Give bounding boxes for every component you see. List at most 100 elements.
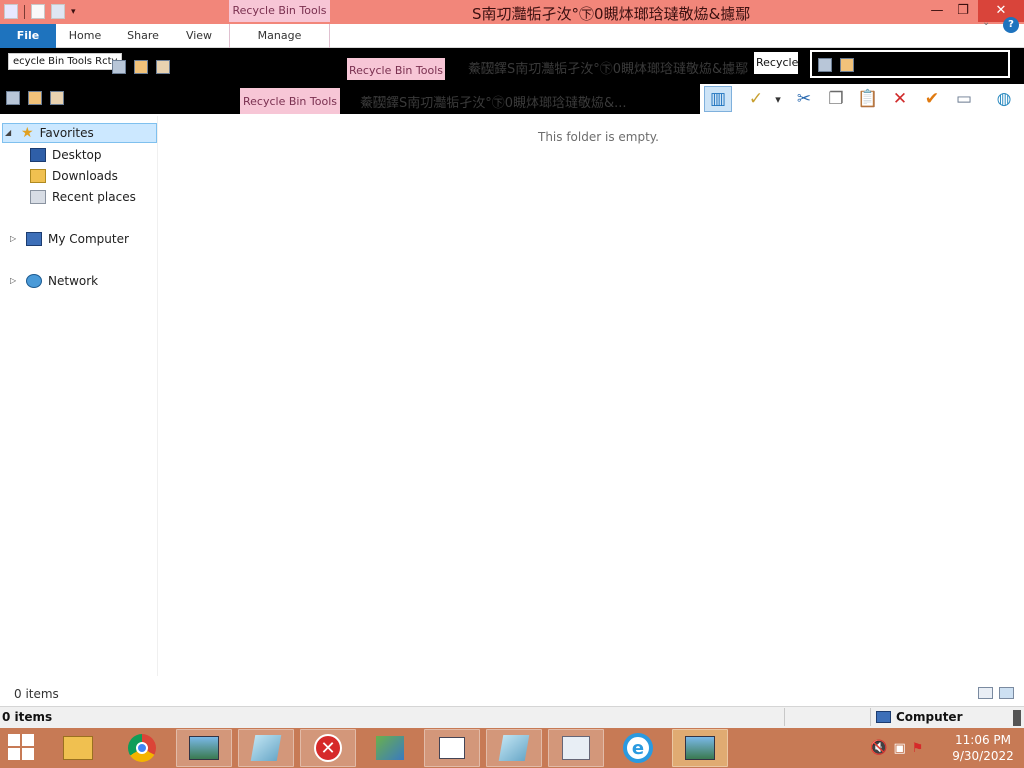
restore-icon (156, 60, 170, 74)
expand-icon[interactable]: ▷ (10, 229, 20, 249)
taskbar-packages[interactable] (362, 729, 418, 767)
taskbar-performance[interactable] (548, 729, 604, 767)
internet-explorer-icon: e (623, 733, 653, 763)
taskbar-document[interactable] (424, 729, 480, 767)
document-icon (439, 737, 465, 759)
start-button[interactable] (8, 734, 38, 762)
recycle-icon (112, 60, 126, 74)
start-tile (22, 734, 34, 746)
nav-desktop-label: Desktop (52, 148, 102, 162)
artifact-icons-2 (818, 58, 854, 72)
chrome-center-icon (136, 742, 148, 754)
folder-icon (134, 60, 148, 74)
packages-icon (376, 736, 404, 760)
customize-quick-access-icon[interactable]: ▾ (71, 7, 76, 17)
status-location: Computer (876, 710, 962, 724)
notes-icon (250, 735, 282, 761)
nav-my-computer[interactable]: ▷ My Computer (10, 229, 129, 249)
start-tile (22, 748, 34, 760)
resize-grip[interactable] (1013, 710, 1021, 726)
globe-icon[interactable]: ◍ (990, 86, 1018, 112)
large-icons-view-icon[interactable] (999, 687, 1014, 699)
status-divider (870, 708, 871, 726)
taskbar-image-viewer-2[interactable] (672, 729, 728, 767)
nav-network-label: Network (48, 274, 99, 288)
help-icon[interactable]: ? (1003, 17, 1019, 33)
volume-muted-icon[interactable]: 🔇 (870, 740, 887, 756)
computer-icon (26, 232, 42, 246)
notes-icon (498, 735, 530, 761)
image-icon (189, 736, 219, 760)
tab-manage[interactable]: Manage (229, 24, 330, 48)
nav-desktop[interactable]: Desktop (30, 145, 102, 165)
action-center-icon[interactable]: ⚑ (912, 741, 924, 756)
folder-icon (63, 736, 93, 760)
folder-icon (28, 91, 42, 105)
delete-button[interactable]: ✕ (886, 86, 914, 112)
apply-button[interactable]: ✔ (918, 86, 946, 112)
properties-icon[interactable] (51, 4, 65, 19)
error-icon: ✕ (314, 734, 342, 762)
dropdown-icon[interactable]: ▾ (770, 86, 786, 112)
layout-pane-button[interactable]: ▥ (704, 86, 732, 112)
taskbar-internet-explorer[interactable]: e (610, 729, 666, 767)
taskbar-notes[interactable] (238, 729, 294, 767)
network-icon (26, 274, 42, 288)
restore-icon (50, 91, 64, 105)
nav-downloads-label: Downloads (52, 169, 118, 183)
start-tile (8, 734, 20, 746)
status-divider (784, 708, 785, 726)
taskbar-notes-2[interactable] (486, 729, 542, 767)
copy-button[interactable]: ❐ (822, 86, 850, 112)
nav-computer-label: My Computer (48, 232, 129, 246)
nav-network[interactable]: ▷ Network (10, 271, 98, 291)
recycle-icon (6, 91, 20, 105)
new-document-icon[interactable] (31, 4, 45, 19)
separator (24, 4, 25, 19)
recycle-icon (818, 58, 832, 72)
image-icon (685, 736, 715, 760)
taskbar-image-viewer[interactable] (176, 729, 232, 767)
properties-button[interactable]: ✓ (742, 86, 770, 112)
artifact-icons-3 (6, 91, 64, 105)
nav-favorites[interactable]: ◢ ★ Favorites (2, 123, 157, 143)
restore-button[interactable]: ❐ (948, 0, 978, 22)
downloads-folder-icon (30, 169, 46, 183)
taskbar-file-explorer[interactable] (50, 729, 106, 767)
item-count: 0 items (14, 687, 59, 701)
taskbar-error-app[interactable]: ✕ (300, 729, 356, 767)
nav-recent-places[interactable]: Recent places (30, 187, 136, 207)
tab-share[interactable]: Share (120, 24, 166, 48)
clock[interactable]: 11:06 PM 9/30/2022 (948, 732, 1018, 764)
taskbar-chrome[interactable] (114, 729, 170, 767)
rename-button[interactable]: ▭ (950, 86, 978, 112)
context-tab-recycle-bin-tools: Recycle Bin Tools (229, 0, 330, 22)
app-icon[interactable] (4, 4, 18, 19)
star-icon: ★ (21, 125, 34, 141)
artifact-label: ecycle Bin Tools Rcty (8, 53, 123, 70)
artifact-label-text: ecycle Bin Tools (13, 56, 92, 67)
cut-button[interactable]: ✂ (790, 86, 818, 112)
tab-file[interactable]: File (0, 24, 56, 48)
view-switcher (978, 687, 1014, 699)
expand-icon[interactable]: ▷ (10, 271, 20, 291)
artifact-title: 鯗碶⃞鐸S南㓛灩㸸孑㳊°㊦0瞡㶱瑯琀㼀敬㶸&攄鄢 (468, 62, 749, 77)
nav-favorites-label: Favorites (39, 126, 94, 140)
tab-view[interactable]: View (178, 24, 220, 48)
nav-downloads[interactable]: Downloads (30, 166, 118, 186)
quick-access-toolbar: ▾ (4, 4, 76, 19)
paste-button[interactable]: 📋 (854, 86, 882, 112)
collapse-icon[interactable]: ◢ (5, 123, 15, 143)
computer-icon (876, 711, 891, 723)
folder-icon (840, 58, 854, 72)
tab-home[interactable]: Home (62, 24, 108, 48)
network-tray-icon[interactable]: ▣ (893, 741, 905, 756)
system-tray: 🔇 ▣ ⚑ (870, 730, 923, 766)
artifact-icons (112, 60, 170, 74)
chrome-icon (128, 734, 156, 762)
recent-places-icon (30, 190, 46, 204)
details-view-icon[interactable] (978, 687, 993, 699)
empty-folder-message: This folder is empty. (538, 130, 659, 144)
ribbon-expand-icon[interactable]: ⌄ (982, 17, 996, 31)
status-item-count: 0 items (2, 710, 53, 724)
